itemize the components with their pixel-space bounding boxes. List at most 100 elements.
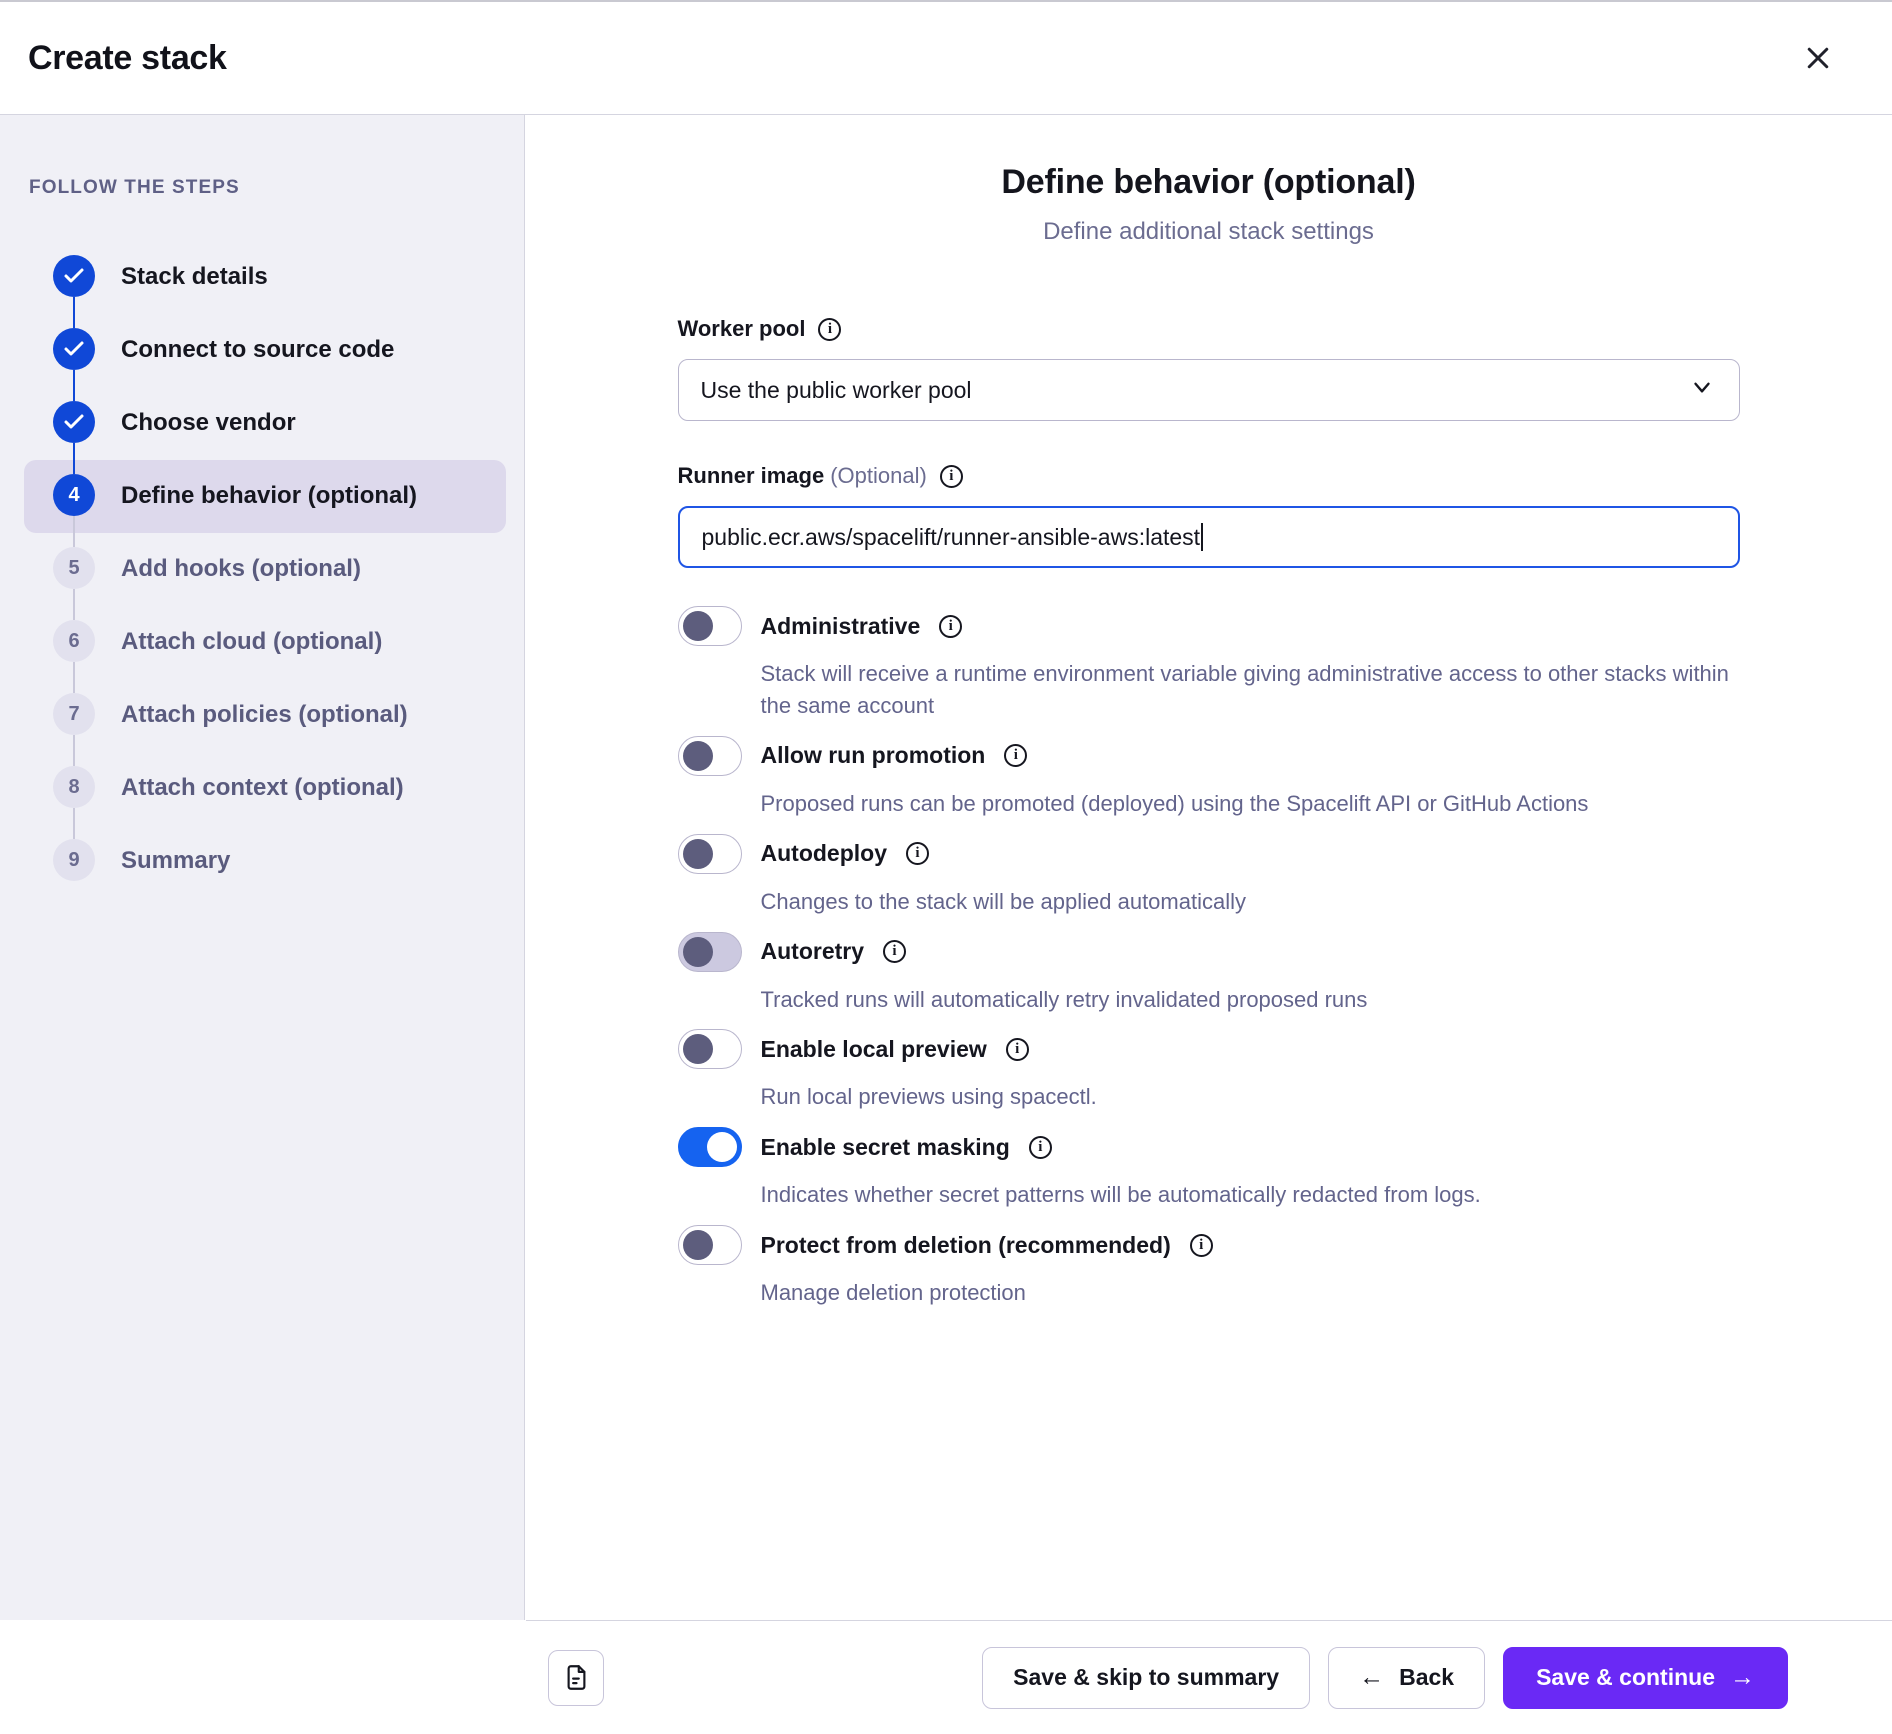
toggle-knob	[683, 741, 713, 771]
runner-image-label-row: Runner image (Optional) i	[678, 463, 1740, 489]
toggle-switch[interactable]	[678, 1225, 742, 1265]
section-subheading: Define additional stack settings	[525, 218, 1892, 246]
toggle-switch[interactable]	[678, 606, 742, 646]
save-continue-button[interactable]: Save & continue →	[1503, 1647, 1788, 1709]
toggle-switch[interactable]	[678, 932, 742, 972]
runner-image-optional-tag: (Optional)	[830, 463, 927, 489]
step-connector	[73, 443, 75, 474]
sidebar-step-1[interactable]: Stack details	[24, 241, 506, 314]
step-number-badge: 4	[53, 474, 95, 516]
info-icon[interactable]: i	[906, 842, 929, 865]
sidebar-section-title: FOLLOW THE STEPS	[0, 177, 524, 199]
runner-image-label: Runner image	[678, 463, 825, 489]
sidebar-step-8[interactable]: 8 Attach context (optional)	[24, 752, 506, 825]
sidebar-step-label: Stack details	[121, 255, 268, 294]
modal-body: FOLLOW THE STEPS Stack details Connect to…	[0, 115, 1892, 1620]
toggle-description: Changes to the stack will be applied aut…	[761, 886, 1740, 918]
arrow-right-icon: →	[1730, 1665, 1755, 1690]
toggle-title: Administrative	[761, 613, 921, 640]
step-connector	[73, 735, 75, 766]
worker-pool-select[interactable]: Use the public worker pool	[678, 359, 1740, 421]
toggle-title: Allow run promotion	[761, 742, 986, 769]
toggle-switch[interactable]	[678, 1029, 742, 1069]
step-check-icon	[53, 328, 95, 370]
back-button[interactable]: ← Back	[1328, 1647, 1485, 1709]
section-heading: Define behavior (optional)	[525, 163, 1892, 202]
info-icon[interactable]: i	[1029, 1136, 1052, 1159]
toggle-switch[interactable]	[678, 834, 742, 874]
step-connector	[73, 370, 75, 401]
toggle-knob	[683, 937, 713, 967]
modal-header: Create stack	[0, 2, 1892, 115]
step-connector	[73, 297, 75, 328]
toggle-title: Enable local preview	[761, 1036, 987, 1063]
sidebar-step-5[interactable]: 5Add hooks (optional)	[24, 533, 506, 606]
info-icon[interactable]: i	[939, 615, 962, 638]
sidebar-step-3[interactable]: Choose vendor	[24, 387, 506, 460]
toggle-description: Proposed runs can be promoted (deployed)…	[761, 788, 1740, 820]
toggle-description: Manage deletion protection	[761, 1277, 1740, 1309]
runner-image-value: public.ecr.aws/spacelift/runner-ansible-…	[702, 524, 1201, 551]
toggle-row: Autoretryi Tracked runs will automaticall…	[678, 932, 1740, 1016]
toggle-row: Enable local preview i Run local previews …	[678, 1029, 1740, 1113]
step-connector	[73, 808, 75, 839]
toggle-knob	[683, 611, 713, 641]
step-connector	[73, 516, 75, 547]
sidebar-step-2[interactable]: Connect to source code	[24, 314, 506, 387]
info-icon[interactable]: i	[1004, 744, 1027, 767]
page-title: Create stack	[28, 39, 227, 78]
toggle-row: Protect from deletion (recommended)i Mana…	[678, 1225, 1740, 1309]
toggle-header: Protect from deletion (recommended)i	[678, 1225, 1740, 1265]
runner-image-input[interactable]: public.ecr.aws/spacelift/runner-ansible-…	[678, 506, 1740, 568]
info-icon[interactable]: i	[818, 318, 841, 341]
text-caret	[1201, 523, 1203, 551]
toggle-row: Administrative i Stack will receive a runt…	[678, 606, 1740, 722]
close-icon[interactable]	[1796, 36, 1840, 80]
sidebar-step-label: Attach context (optional)	[121, 766, 404, 805]
sidebar-step-4[interactable]: 4Define behavior (optional)	[24, 460, 506, 533]
main-pane: Define behavior (optional) Define additi…	[525, 115, 1892, 1620]
toggle-description: Tracked runs will automatically retry in…	[761, 984, 1740, 1016]
toggle-row: Allow run promotion i Proposed runs can be…	[678, 736, 1740, 820]
toggle-description: Stack will receive a runtime environment…	[761, 658, 1740, 722]
toggle-knob	[683, 1230, 713, 1260]
toggle-title: Autodeploy	[761, 840, 888, 867]
create-stack-modal: Create stack FOLLOW THE STEPS Stack deta…	[0, 0, 1892, 1734]
continue-label: Save & continue	[1536, 1664, 1715, 1691]
info-icon[interactable]: i	[1190, 1234, 1213, 1257]
toggle-title: Enable secret masking	[761, 1134, 1010, 1161]
arrow-left-icon: ←	[1359, 1665, 1384, 1690]
sidebar-step-label: Connect to source code	[121, 328, 394, 367]
info-icon[interactable]: i	[883, 940, 906, 963]
step-number-badge: 9	[53, 839, 95, 881]
toggle-header: Autoretryi	[678, 932, 1740, 972]
toggle-switch[interactable]	[678, 1127, 742, 1167]
sidebar-step-9[interactable]: 9Summary	[24, 825, 506, 898]
toggle-row: Enable secret maskingiIndicates whether …	[678, 1127, 1740, 1211]
steps-sidebar: FOLLOW THE STEPS Stack details Connect to…	[0, 115, 525, 1620]
steps-list: Stack details Connect to source code Choos…	[0, 241, 524, 898]
worker-pool-label-row: Worker pool i	[678, 316, 1740, 342]
save-skip-label: Save & skip to summary	[1013, 1664, 1279, 1691]
step-number-badge: 6	[53, 620, 95, 662]
info-icon[interactable]: i	[940, 465, 963, 488]
behavior-toggles: Administrative i Stack will receive a runt…	[678, 606, 1740, 1309]
toggle-header: Autodeploy i	[678, 834, 1740, 874]
step-check-icon	[53, 401, 95, 443]
toggle-row: Autodeploy i Changes to the stack will be …	[678, 834, 1740, 918]
sidebar-step-label: Attach policies (optional)	[121, 693, 408, 732]
sidebar-step-7[interactable]: 7Attach policies (optional)	[24, 679, 506, 752]
save-skip-to-summary-button[interactable]: Save & skip to summary	[982, 1647, 1310, 1709]
sidebar-step-6[interactable]: 6Attach cloud (optional)	[24, 606, 506, 679]
toggle-knob	[707, 1132, 737, 1162]
modal-footer: Save & skip to summary ← Back Save & con…	[526, 1620, 1892, 1734]
info-icon[interactable]: i	[1006, 1038, 1029, 1061]
step-number-badge: 8	[53, 766, 95, 808]
document-icon[interactable]	[548, 1650, 604, 1706]
toggle-description: Run local previews using spacectl.	[761, 1081, 1740, 1113]
sidebar-step-label: Add hooks (optional)	[121, 547, 361, 586]
step-connector	[73, 589, 75, 620]
toggle-switch[interactable]	[678, 736, 742, 776]
worker-pool-label: Worker pool	[678, 316, 806, 342]
back-label: Back	[1399, 1664, 1454, 1691]
